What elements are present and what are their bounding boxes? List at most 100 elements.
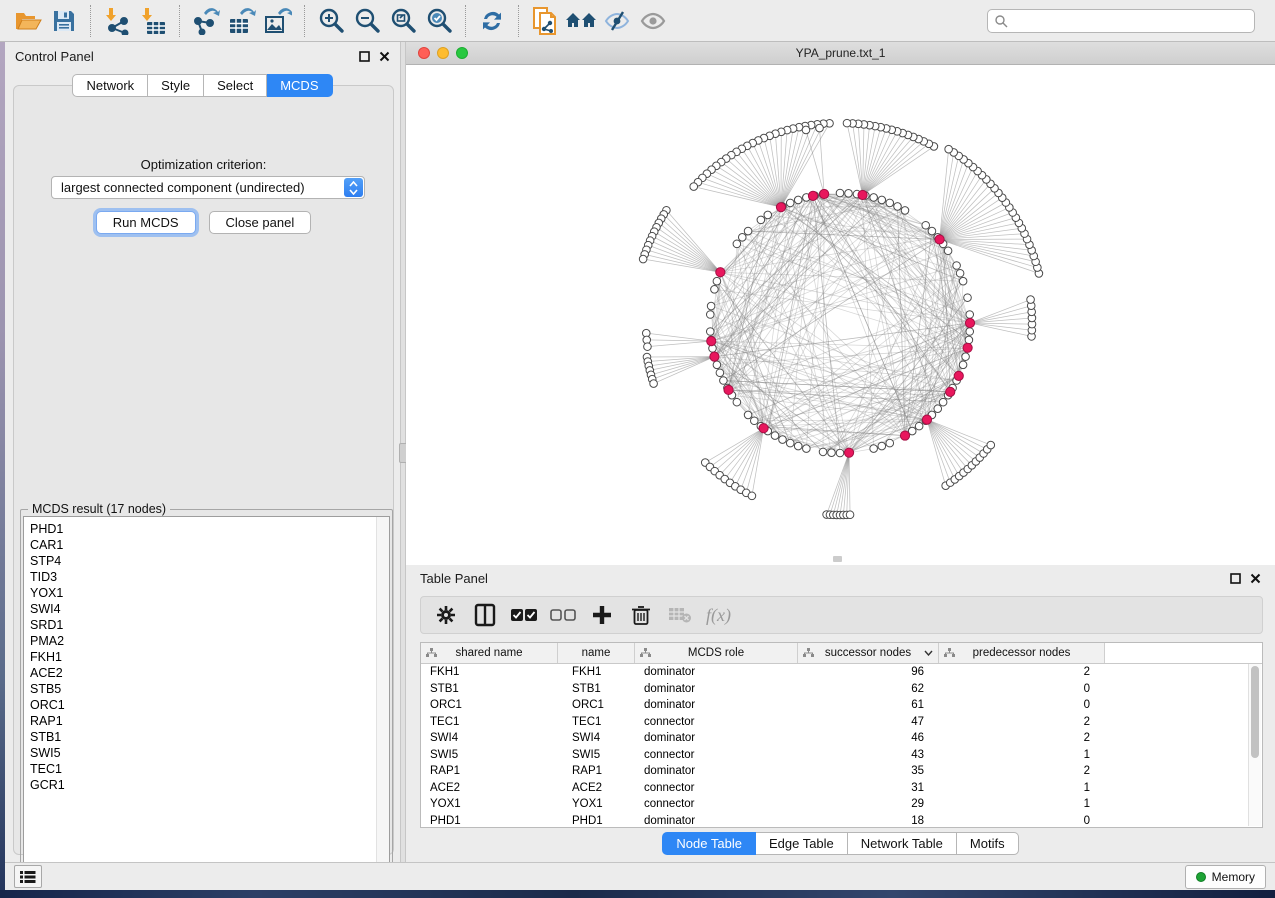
float-window-button[interactable] [1230, 573, 1241, 584]
clear-selection-button[interactable] [548, 600, 578, 630]
mcds-node-item[interactable]: RAP1 [24, 713, 389, 729]
mcds-node-item[interactable]: TID3 [24, 569, 389, 585]
tab-network-table[interactable]: Network Table [848, 832, 957, 855]
export-image-icon [264, 7, 292, 35]
memory-label: Memory [1212, 870, 1255, 884]
close-panel-button[interactable] [379, 51, 390, 62]
table-row[interactable]: ORC1ORC1dominator610 [421, 697, 1262, 714]
float-window-button[interactable] [359, 51, 370, 62]
refresh-icon [479, 8, 505, 34]
tab-node-table[interactable]: Node Table [662, 832, 756, 855]
table-row[interactable]: YOX1YOX1connector291 [421, 796, 1262, 813]
tab-mcds[interactable]: MCDS [267, 74, 332, 97]
run-mcds-button[interactable]: Run MCDS [96, 211, 196, 234]
table-settings-button[interactable] [431, 600, 461, 630]
zoom-in-icon [317, 7, 345, 35]
column-header-successor-nodes[interactable]: successor nodes [798, 643, 939, 663]
table-row[interactable]: ACE2ACE2connector311 [421, 780, 1262, 797]
zoom-out-button[interactable] [349, 4, 385, 38]
mcds-result-group: MCDS result (17 nodes) PHD1CAR1STP4TID3Y… [20, 509, 393, 883]
network-canvas[interactable] [406, 65, 1275, 565]
mcds-node-item[interactable]: SRD1 [24, 617, 389, 633]
show-details-button[interactable] [635, 4, 671, 38]
import-table-button[interactable] [135, 4, 171, 38]
tab-edge-table[interactable]: Edge Table [756, 832, 848, 855]
close-panel-button[interactable] [1250, 573, 1261, 584]
table-row[interactable]: FKH1FKH1dominator962 [421, 664, 1262, 681]
mcds-node-item[interactable]: CAR1 [24, 537, 389, 553]
tab-style[interactable]: Style [148, 74, 204, 97]
tab-select[interactable]: Select [204, 74, 267, 97]
select-all-button[interactable] [509, 600, 539, 630]
task-history-button[interactable] [14, 865, 42, 888]
mcds-node-item[interactable]: STB1 [24, 729, 389, 745]
mcds-node-item[interactable]: ACE2 [24, 665, 389, 681]
mcds-node-item[interactable]: PHD1 [24, 521, 389, 537]
table-panel: Table Panel [406, 565, 1275, 862]
mcds-node-item[interactable]: SWI4 [24, 601, 389, 617]
table-scrollbar-thumb[interactable] [1251, 666, 1259, 758]
canvas-scroll-nub[interactable] [833, 556, 842, 562]
tab-network[interactable]: Network [72, 74, 148, 97]
table-tabs: Node TableEdge TableNetwork TableMotifs [406, 832, 1275, 855]
zoom-fit-button[interactable] [385, 4, 421, 38]
mcds-node-item[interactable]: STP4 [24, 553, 389, 569]
mcds-node-item[interactable]: STB5 [24, 681, 389, 697]
column-header-predecessor-nodes[interactable]: predecessor nodes [939, 643, 1105, 663]
table-row[interactable]: STB1STB1dominator620 [421, 681, 1262, 698]
column-header-name[interactable]: name [558, 643, 635, 663]
clone-network-button[interactable] [527, 4, 563, 38]
mcds-tab-panel: Optimization criterion: largest connecte… [13, 85, 394, 855]
delete-button[interactable] [626, 600, 656, 630]
houses-button[interactable] [563, 4, 599, 38]
column-header-shared-name[interactable]: shared name [421, 643, 558, 663]
close-panel-pushbutton[interactable]: Close panel [209, 211, 312, 234]
zoom-in-button[interactable] [313, 4, 349, 38]
memory-button[interactable]: Memory [1185, 865, 1266, 889]
save-button[interactable] [46, 4, 82, 38]
show-column-panel-button[interactable] [470, 600, 500, 630]
tab-motifs[interactable]: Motifs [957, 832, 1019, 855]
table-row[interactable]: SWI4SWI4dominator462 [421, 730, 1262, 747]
mcds-node-item[interactable]: TEC1 [24, 761, 389, 777]
search-input[interactable] [987, 9, 1255, 33]
column-header-MCDS-role[interactable]: MCDS role [635, 643, 798, 663]
eye-slash-icon [603, 9, 631, 33]
zoom-out-icon [353, 7, 381, 35]
mcds-node-item[interactable]: PMA2 [24, 633, 389, 649]
open-folder-icon [14, 9, 42, 33]
export-table-button[interactable] [224, 4, 260, 38]
table-row[interactable]: SWI5SWI5connector431 [421, 747, 1262, 764]
application-window: Control Panel Optimization criterion: la… [0, 0, 1275, 890]
export-image-button[interactable] [260, 4, 296, 38]
hide-details-button[interactable] [599, 4, 635, 38]
table-panel-title: Table Panel [420, 571, 488, 586]
table-row[interactable]: PHD1PHD1dominator180 [421, 813, 1262, 830]
optimization-criterion-label: Optimization criterion: [14, 157, 393, 172]
control-panel-tabs: NetworkStyleSelectMCDS [5, 74, 400, 97]
table-row[interactable]: RAP1RAP1dominator352 [421, 763, 1262, 780]
export-network-button[interactable] [188, 4, 224, 38]
export-table-icon [228, 7, 256, 35]
table-scrollbar-track[interactable] [1248, 664, 1261, 826]
table-row[interactable]: TEC1TEC1connector472 [421, 714, 1262, 731]
list-scrollbar-track[interactable] [376, 517, 389, 879]
mcds-node-item[interactable]: YOX1 [24, 585, 389, 601]
mcds-node-item[interactable]: SWI5 [24, 745, 389, 761]
mcds-node-item[interactable]: ORC1 [24, 697, 389, 713]
toolbar-separator [90, 5, 91, 37]
list-icon [20, 870, 36, 884]
mcds-node-item[interactable]: GCR1 [24, 777, 389, 793]
open-file-button[interactable] [10, 4, 46, 38]
control-panel-title: Control Panel [15, 49, 94, 64]
network-window-title: YPA_prune.txt_1 [406, 46, 1275, 60]
plus-icon [592, 605, 612, 625]
import-table-icon [140, 7, 166, 35]
zoom-selected-button[interactable] [421, 4, 457, 38]
refresh-button[interactable] [474, 4, 510, 38]
add-column-button[interactable] [587, 600, 617, 630]
mcds-node-item[interactable]: FKH1 [24, 649, 389, 665]
optimization-criterion-select[interactable]: largest connected component (undirected) [51, 176, 365, 199]
import-network-button[interactable] [99, 4, 135, 38]
zoom-fit-icon [389, 7, 417, 35]
